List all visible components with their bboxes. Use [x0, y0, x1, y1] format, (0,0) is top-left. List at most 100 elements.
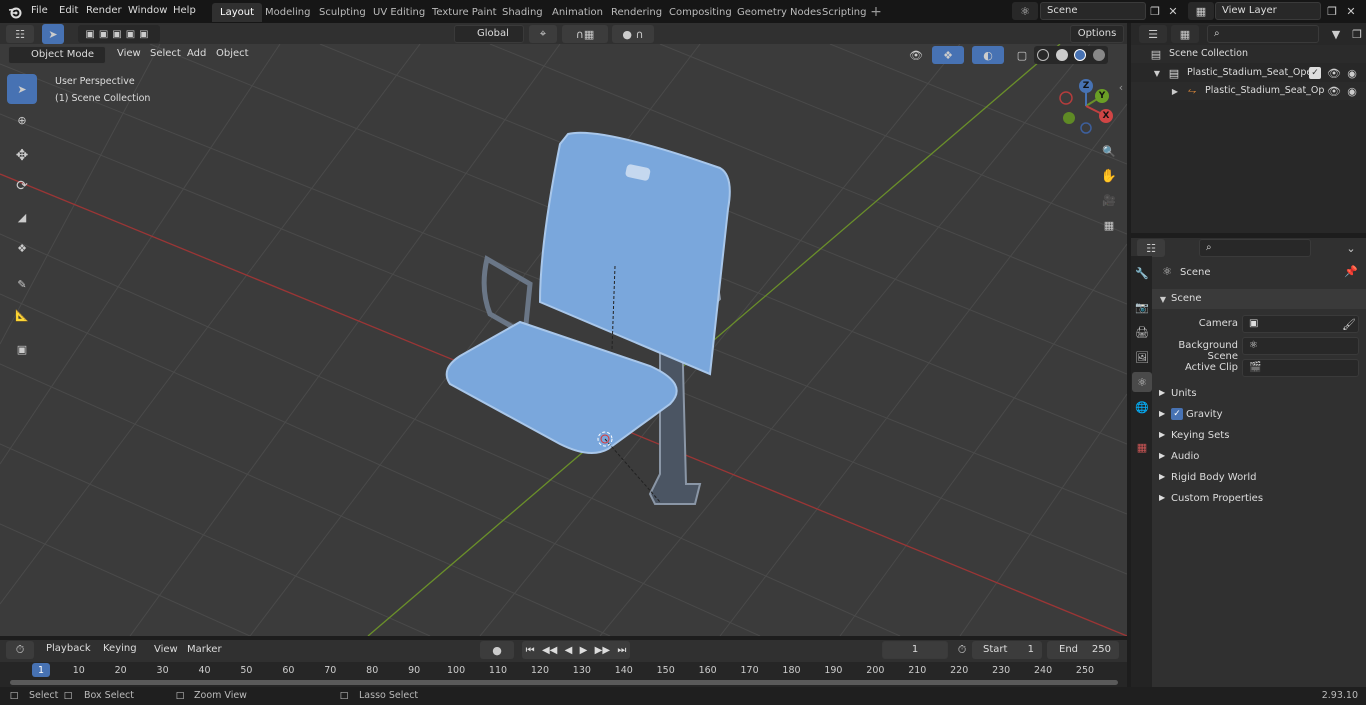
tool-tab-icon[interactable]: 🔧: [1133, 264, 1151, 282]
solid-shading-icon[interactable]: [1055, 49, 1068, 61]
playback-dropdown[interactable]: Playback: [40, 641, 96, 659]
expand-arrow-icon[interactable]: ▶: [1169, 84, 1181, 98]
tab-texture-paint[interactable]: Texture Paint: [424, 3, 505, 22]
render-camera-icon[interactable]: ◉: [1345, 66, 1359, 80]
camera-view-icon[interactable]: 🎥: [1098, 189, 1120, 211]
output-tab-icon[interactable]: 🖨: [1133, 323, 1151, 341]
properties-editor-type-icon[interactable]: ☷: [1137, 239, 1165, 257]
object-mode-dropdown[interactable]: Object Mode: [8, 46, 106, 64]
timeline-scrollbar[interactable]: [10, 680, 1118, 685]
current-frame-field[interactable]: 1: [882, 641, 948, 659]
scene-tab-icon[interactable]: ⚛: [1132, 372, 1152, 392]
jump-start-icon[interactable]: ⏮: [526, 645, 535, 656]
selection-mode-icons[interactable]: ▣▣▣▣▣: [78, 25, 160, 43]
tab-animation[interactable]: Animation: [544, 3, 611, 22]
blender-logo-icon[interactable]: [6, 3, 24, 20]
material-shading-icon[interactable]: [1074, 49, 1087, 61]
start-frame-field[interactable]: Start 1: [972, 641, 1042, 659]
filter-icon[interactable]: ▼: [1323, 25, 1349, 43]
tab-layout[interactable]: Layout: [212, 3, 262, 22]
eye-icon[interactable]: 👁: [1327, 84, 1341, 98]
xray-icon[interactable]: ▢: [1014, 46, 1030, 64]
view-layer-field[interactable]: View Layer: [1215, 2, 1321, 20]
play-icon[interactable]: ▶: [580, 645, 588, 656]
next-keyframe-icon[interactable]: ▶▶: [595, 645, 610, 656]
scene-section-header[interactable]: ▼ Scene: [1152, 289, 1366, 309]
new-view-layer-icon[interactable]: ❐: [1324, 2, 1340, 20]
outliner-row-item1[interactable]: ▼ ▤ Plastic_Stadium_Seat_Open ✓ 👁 ◉: [1131, 64, 1366, 82]
menu-help[interactable]: Help: [173, 0, 196, 23]
editor-type-icon[interactable]: ☷: [6, 25, 34, 43]
3d-viewport[interactable]: Object Mode View Select Add Object 👁 ❖ ◐…: [0, 44, 1127, 636]
rendered-shading-icon[interactable]: [1092, 49, 1105, 61]
scene-name-field[interactable]: Scene: [1040, 2, 1146, 20]
audio-section[interactable]: ▶ Audio: [1152, 447, 1366, 467]
measure-icon[interactable]: 📐: [7, 300, 37, 330]
options-dropdown[interactable]: Options: [1070, 25, 1124, 43]
timeline-editor-type-icon[interactable]: ⏱: [6, 641, 34, 659]
keying-sets-section[interactable]: ▶ Keying Sets: [1152, 426, 1366, 446]
menu-object[interactable]: Object: [216, 44, 249, 64]
tab-modeling[interactable]: Modeling: [257, 3, 319, 22]
pan-hand-icon[interactable]: ✋: [1098, 165, 1120, 187]
menu-file[interactable]: File: [31, 0, 48, 23]
keying-dropdown[interactable]: Keying: [97, 641, 145, 659]
exclude-checkbox-icon[interactable]: ✓: [1309, 67, 1321, 79]
visibility-icon[interactable]: 👁: [902, 46, 930, 64]
menu-view[interactable]: View: [117, 44, 141, 64]
gravity-section[interactable]: ▶ ✓ Gravity: [1152, 405, 1366, 425]
timeline-marker-menu[interactable]: Marker: [187, 640, 222, 660]
pivot-point-icon[interactable]: ⌖: [529, 25, 557, 43]
delete-scene-icon[interactable]: ✕: [1165, 2, 1181, 20]
select-box-icon[interactable]: ➤: [7, 74, 37, 104]
add-cube-icon[interactable]: ▣: [7, 334, 37, 364]
end-frame-field[interactable]: End 250: [1047, 641, 1119, 659]
perspective-toggle-icon[interactable]: ▦: [1098, 214, 1120, 236]
tab-scripting[interactable]: Scripting: [814, 3, 874, 22]
select-cursor-icon[interactable]: ➤: [42, 24, 64, 44]
expand-arrow-icon[interactable]: ▼: [1151, 66, 1163, 80]
outliner-row-item2[interactable]: ▶ ⥊ Plastic_Stadium_Seat_Op 👁 ◉: [1131, 82, 1366, 100]
render-camera-icon[interactable]: ◉: [1345, 84, 1359, 98]
play-reverse-icon[interactable]: ◀: [565, 645, 573, 656]
menu-window[interactable]: Window: [128, 0, 167, 23]
outliner-search-input[interactable]: ⌕: [1207, 25, 1319, 43]
display-mode-icon[interactable]: ▦: [1171, 25, 1199, 43]
gizmo-z[interactable]: Z: [1079, 79, 1093, 93]
new-collection-icon[interactable]: ❐: [1349, 25, 1365, 43]
menu-render[interactable]: Render: [86, 0, 122, 23]
navigation-gizmo[interactable]: Z Y X: [1058, 78, 1118, 134]
annotate-icon[interactable]: ✎: [7, 269, 37, 299]
outliner-row-root[interactable]: ▤ Scene Collection: [1131, 45, 1366, 63]
properties-search-input[interactable]: ⌕: [1199, 239, 1311, 257]
move-icon[interactable]: ✥: [7, 140, 37, 170]
delete-view-layer-icon[interactable]: ✕: [1343, 2, 1359, 20]
gizmo-y[interactable]: Y: [1095, 89, 1109, 103]
properties-options-icon[interactable]: ⌄: [1343, 239, 1359, 257]
gizmo-toggle-icon[interactable]: ❖: [932, 46, 964, 64]
eyedropper-icon[interactable]: 🖌: [1342, 317, 1356, 331]
eye-icon[interactable]: 👁: [1327, 66, 1341, 80]
zoom-icon[interactable]: 🔍: [1098, 140, 1120, 162]
transform-icon[interactable]: ❖: [7, 233, 37, 263]
wireframe-shading-icon[interactable]: [1037, 49, 1050, 61]
units-section[interactable]: ▶ Units: [1152, 384, 1366, 404]
cursor-icon[interactable]: ⊕: [7, 105, 37, 135]
record-icon[interactable]: ●: [480, 641, 514, 659]
tab-compositing[interactable]: Compositing: [661, 3, 740, 22]
overlays-icon[interactable]: ◐: [972, 46, 1004, 64]
sidebar-toggle-icon[interactable]: ‹: [1116, 80, 1126, 94]
jump-end-icon[interactable]: ⏭: [617, 645, 626, 656]
viewport-canvas[interactable]: [0, 44, 1127, 636]
rigid-body-section[interactable]: ▶ Rigid Body World: [1152, 468, 1366, 488]
outliner-editor-type-icon[interactable]: ☰: [1139, 25, 1167, 43]
view-layer-selector-icon[interactable]: ▦: [1188, 2, 1214, 20]
gizmo-x[interactable]: X: [1099, 109, 1113, 123]
tab-shading[interactable]: Shading: [494, 3, 551, 22]
add-workspace-icon[interactable]: +: [868, 4, 884, 20]
gravity-checkbox-icon[interactable]: ✓: [1171, 408, 1183, 420]
prev-keyframe-icon[interactable]: ◀◀: [542, 645, 557, 656]
world-tab-icon[interactable]: 🌐: [1133, 398, 1151, 416]
rotate-icon[interactable]: ⟳: [7, 171, 37, 201]
transform-orientation-dropdown[interactable]: Global: [454, 25, 524, 43]
